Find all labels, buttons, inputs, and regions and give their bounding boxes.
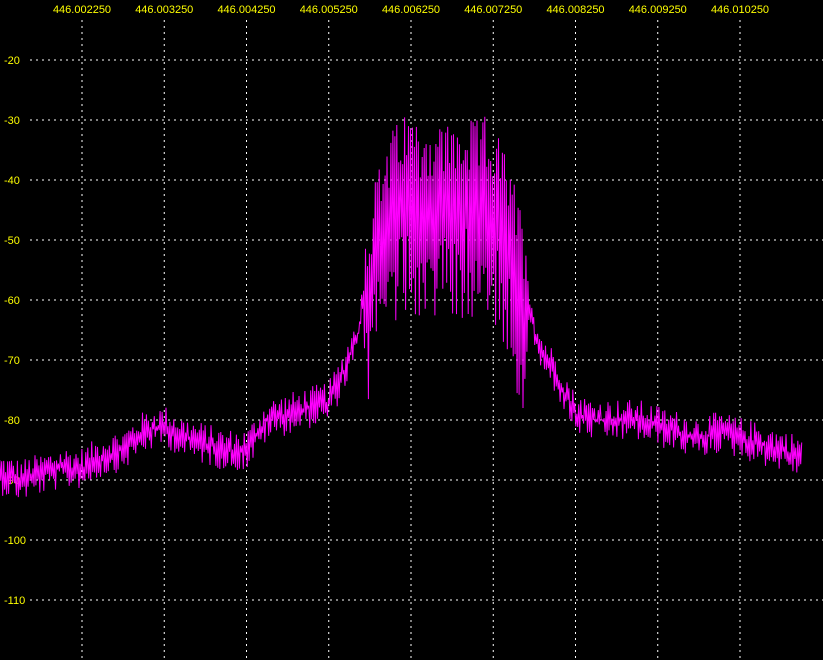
y-tick-label: -100 xyxy=(4,535,26,547)
spectrum-chart: -20-30-40-50-60-70-80-90-100-110446.0022… xyxy=(0,0,823,660)
y-tick-label: -50 xyxy=(4,235,20,247)
y-tick-label: -20 xyxy=(4,55,20,67)
y-tick-label: -60 xyxy=(4,295,20,307)
x-tick-label: 446.003250 xyxy=(135,4,193,16)
y-tick-label: -70 xyxy=(4,355,20,367)
y-tick-label: -30 xyxy=(4,115,20,127)
y-tick-label: -40 xyxy=(4,175,20,187)
y-tick-label: -110 xyxy=(4,595,25,607)
y-tick-label: -80 xyxy=(4,415,20,427)
x-tick-label: 446.004250 xyxy=(217,4,275,16)
x-tick-label: 446.002250 xyxy=(53,4,111,16)
x-tick-label: 446.005250 xyxy=(300,4,358,16)
spectrum-trace xyxy=(0,116,803,498)
x-tick-label: 446.010250 xyxy=(711,4,769,16)
axis-tick-labels: -20-30-40-50-60-70-80-90-100-110446.0022… xyxy=(4,4,769,607)
grid-lines xyxy=(30,20,823,660)
x-tick-label: 446.006250 xyxy=(382,4,440,16)
x-tick-label: 446.008250 xyxy=(546,4,604,16)
x-tick-label: 446.007250 xyxy=(464,4,522,16)
x-tick-label: 446.009250 xyxy=(629,4,687,16)
